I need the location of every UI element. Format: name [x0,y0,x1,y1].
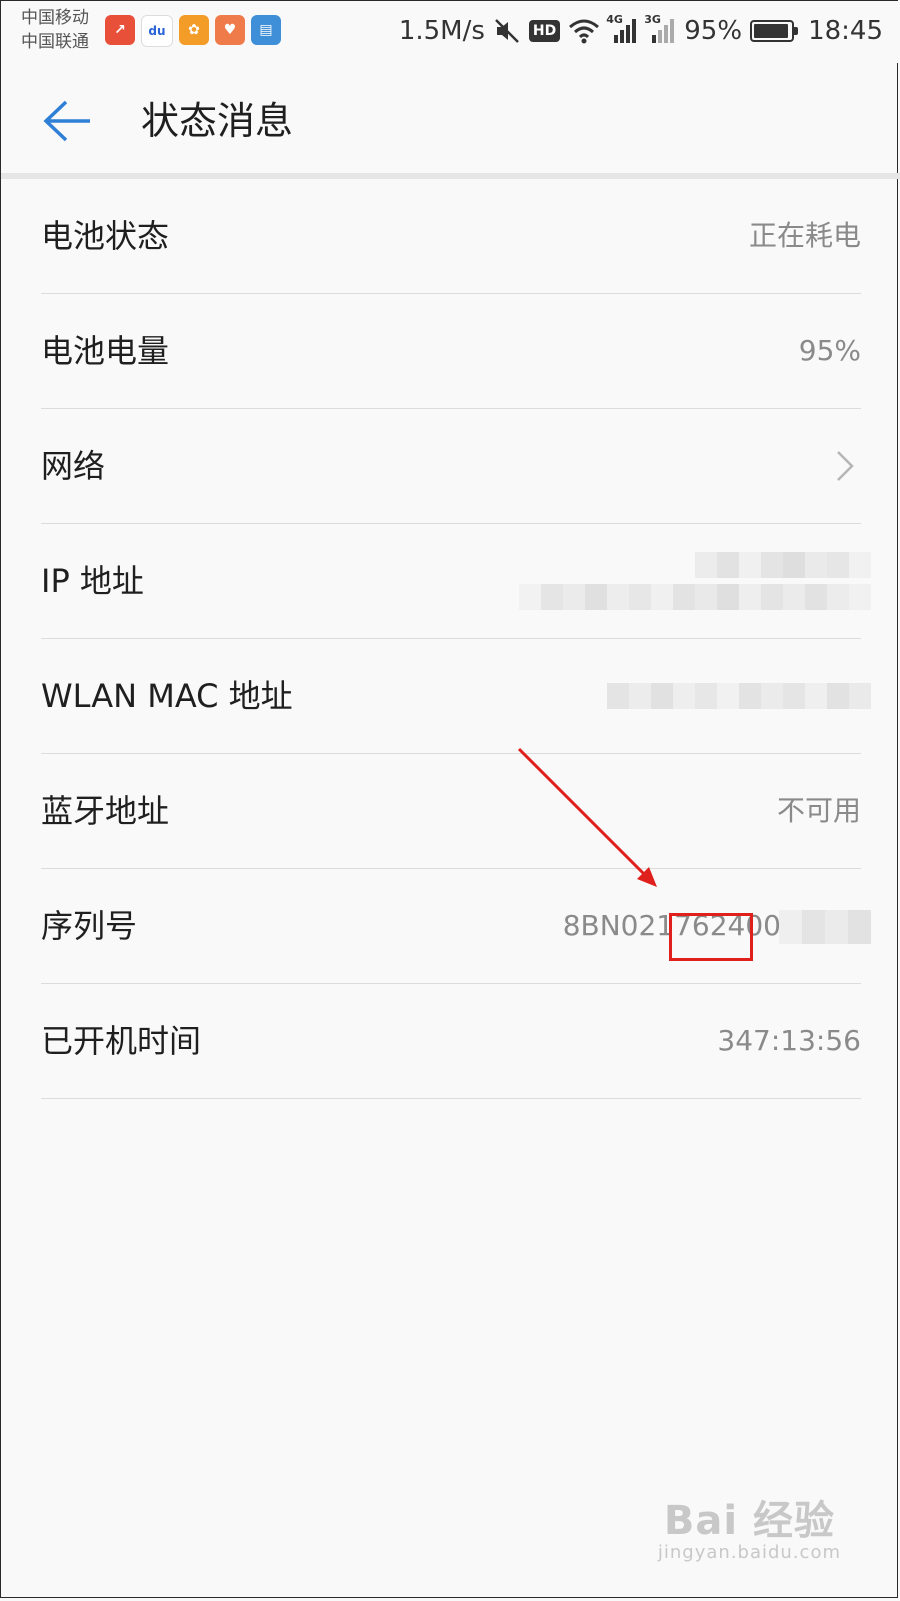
row-label: 已开机时间 [41,1022,202,1060]
carrier-2: 中国联通 [21,32,89,52]
status-list: 电池状态 正在耗电 电池电量 95% 网络 IP 地址 WLAN MAC 地址 … [41,179,871,1099]
battery-percent: 95% [684,16,743,46]
hd-badge: HD [528,20,561,42]
clock: 18:45 [808,16,883,46]
signal-4g: 4G [606,13,638,45]
battery-icon [750,20,799,42]
ip-address-pixelated [519,524,871,638]
back-button[interactable] [37,91,97,151]
carrier-1: 中国移动 [21,8,89,28]
kuaishou-icon: ✿ [179,15,209,45]
row-label: 序列号 [41,907,138,945]
baidu-jingyan-watermark: Bai 经验 jingyan.baidu.com [658,1488,841,1563]
notification-app-icons: ↗ du ✿ ♥ ▤ [105,15,281,47]
row-value: 正在耗电 [748,219,861,252]
row-label: 电池状态 [41,217,170,255]
chevron-right-icon [837,451,854,481]
screen-frame: 中国移动 中国联通 ↗ du ✿ ♥ ▤ 1.5M/s HD 4G 3G 95%… [0,0,900,1598]
row-label: WLAN MAC 地址 [41,677,293,715]
row-value: 95% [798,334,861,367]
row-network[interactable]: 网络 [41,409,861,524]
row-ip-address: IP 地址 [41,524,871,639]
watermark-main: Bai 经验 [663,1498,835,1544]
row-battery-status: 电池状态 正在耗电 [41,179,861,294]
row-value: 不可用 [776,794,861,827]
net-speed: 1.5M/s [398,16,485,46]
carrier-labels: 中国移动 中国联通 [21,6,103,54]
app-bar: 状态消息 [1,63,900,173]
annotation-highlight-box [669,913,753,961]
health-app-icon: ♥ [215,15,245,45]
row-label: 电池电量 [41,332,170,370]
back-arrow-icon [43,100,90,142]
row-label: IP 地址 [41,562,144,600]
serial-number-pixelated [779,910,871,944]
status-indicators: 1.5M/s HD 4G 3G 95% 18:45 [399,11,883,51]
signal-3g: 3G [644,13,676,45]
page-title: 状态消息 [141,99,294,143]
reader-app-icon: ▤ [251,15,281,45]
row-battery-level: 电池电量 95% [41,294,861,409]
network-4g-label: 4G [606,13,623,26]
status-bar: 中国移动 中国联通 ↗ du ✿ ♥ ▤ 1.5M/s HD 4G 3G 95%… [1,1,900,63]
battery-fill [754,24,789,38]
row-wlan-mac: WLAN MAC 地址 [41,639,871,754]
mac-address-pixelated [607,639,871,753]
mute-icon [495,19,519,43]
row-uptime: 已开机时间 347:13:56 [41,984,861,1099]
wifi-icon [569,19,600,44]
row-label: 网络 [41,447,106,485]
stock-app-icon: ↗ [105,15,135,45]
row-label: 蓝牙地址 [41,792,170,830]
network-3g-label: 3G [644,13,661,26]
row-bluetooth-address: 蓝牙地址 不可用 [41,754,861,869]
baidu-icon: du [141,15,173,47]
row-value: 347:13:56 [717,1024,861,1057]
watermark-sub: jingyan.baidu.com [657,1542,841,1563]
